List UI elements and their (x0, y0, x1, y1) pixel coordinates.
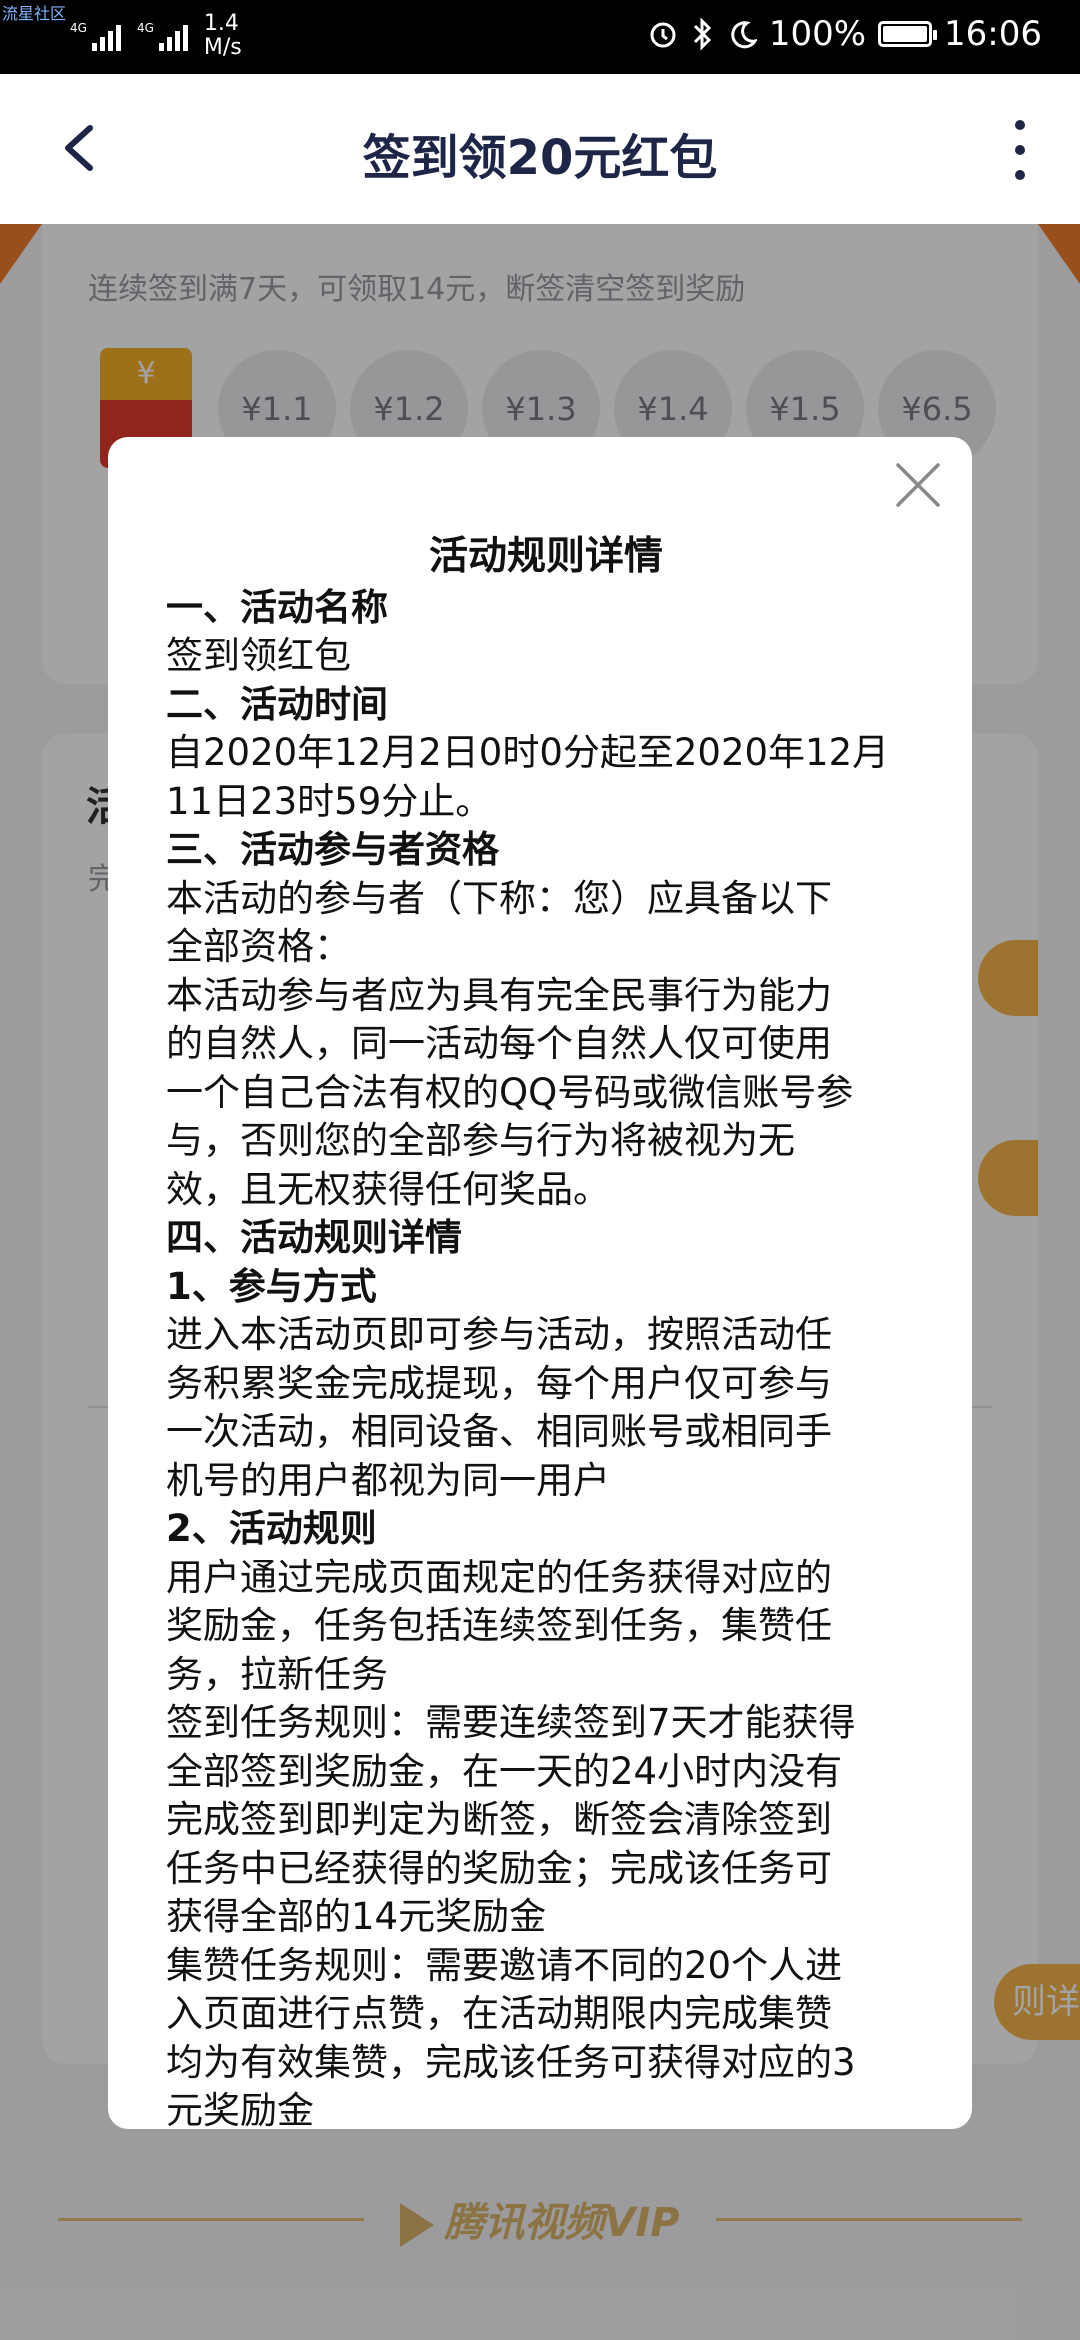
network-type-1: 4G (70, 21, 87, 35)
signal-icon: 4G (70, 21, 121, 51)
network-type-2: 4G (136, 21, 154, 35)
battery-icon (878, 21, 938, 47)
rules-text: 获得全部的14元奖励金 (166, 1895, 547, 1938)
rules-text: 11日23时59分止。 (166, 779, 493, 823)
rules-text: 全部签到奖励金，在一天的24小时内没有 (166, 1749, 843, 1793)
network-speed-unit: M/s (203, 35, 242, 60)
alarm-icon (650, 22, 676, 48)
rules-heading: 三、活动参与者资格 (166, 828, 499, 871)
rules-text: 入页面进行点赞，在活动期限内完成集赞 (166, 1992, 832, 2035)
rules-heading: 四、活动规则详情 (166, 1216, 462, 1259)
rules-text: 效，且无权获得任何奖品。 (166, 1167, 610, 1211)
rules-text: 均为有效集赞，完成该任务可获得对应的3 (166, 2040, 856, 2084)
rules-text: 务，拉新任务 (166, 1652, 388, 1696)
more-options-icon[interactable] (1000, 120, 1040, 180)
rules-text: 任务中已经获得的奖励金；完成该任务可 (166, 1846, 832, 1890)
signal-icon-2: 4G (137, 21, 188, 51)
rules-text: 元奖励金 (166, 2089, 314, 2129)
rules-text: 本活动参与者应为具有完全民事行为能力 (166, 973, 832, 1017)
status-right: 100% 16:06 (647, 14, 1042, 54)
page-title: 签到领20元红包 (362, 130, 718, 186)
rules-heading: 2、活动规则 (166, 1507, 377, 1550)
status-bar: 流星社区 4G 4G 1.4 M/s 100% 16:06 (0, 0, 1080, 74)
rules-text: 全部资格： (166, 925, 351, 968)
rules-modal: 活动规则详情 一、活动名称 签到领红包二、活动时间自2020年12月2日0时0分起… (108, 437, 972, 2129)
rules-title: 活动规则详情 (428, 534, 663, 579)
moon-icon (731, 21, 757, 49)
rules-text: 务积累奖金完成提现，每个用户仅可参与 (166, 1361, 832, 1405)
rules-text: 一次活动，相同设备、相同账号或相同手 (166, 1410, 832, 1453)
rules-lines: 一、活动名称 签到领红包二、活动时间自2020年12月2日0时0分起至2020年1… (166, 584, 926, 2130)
rules-text: 本活动的参与者（下称：您）应具备以下 (166, 876, 832, 920)
nav-bar: 签到领20元红包 (0, 74, 1080, 224)
watermark-text: 流星社区 (2, 4, 67, 23)
rules-text: 机号的用户都视为同一用户 (166, 1458, 610, 1502)
rules-text: 的自然人，同一活动每个自然人仅可使用 (166, 1022, 832, 1065)
rules-text: 奖励金，任务包括连续签到任务，集赞任 (166, 1604, 832, 1647)
network-speed: 1.4 M/s (204, 12, 242, 60)
clock: 16:06 (944, 14, 1042, 54)
bluetooth-icon (693, 17, 711, 51)
rules-text: 集赞任务规则：需要邀请不同的20个人进 (166, 1943, 843, 1987)
close-icon[interactable] (892, 459, 944, 511)
rules-text: 进入本活动页即可参与活动，按照活动任 (166, 1313, 832, 1356)
rules-heading: 一、活动名称 (166, 585, 388, 629)
rules-text: 用户通过完成页面规定的任务获得对应的 (166, 1555, 832, 1599)
rules-text: 签到任务规则：需要连续签到7天才能获得 (166, 1701, 856, 1744)
rules-content: 活动规则详情 一、活动名称 签到领红包二、活动时间自2020年12月2日0时0分起… (166, 533, 926, 2129)
rules-text: 签到领红包 (166, 634, 351, 677)
rules-heading: 1、参与方式 (166, 1264, 377, 1308)
battery-percent: 100% (768, 14, 867, 54)
rules-text: 自2020年12月2日0时0分起至2020年12月 (166, 731, 890, 774)
rules-text: 一个自己合法有权的QQ号码或微信账号参 (166, 1070, 854, 1114)
status-left: 4G 4G 1.4 M/s (70, 12, 242, 60)
rules-heading: 二、活动时间 (166, 682, 388, 726)
rules-text: 完成签到即判定为断签，断签会清除签到 (166, 1798, 832, 1841)
network-speed-value: 1.4 (203, 11, 239, 36)
rules-text: 与，否则您的全部参与行为将被视为无 (166, 1119, 795, 1162)
